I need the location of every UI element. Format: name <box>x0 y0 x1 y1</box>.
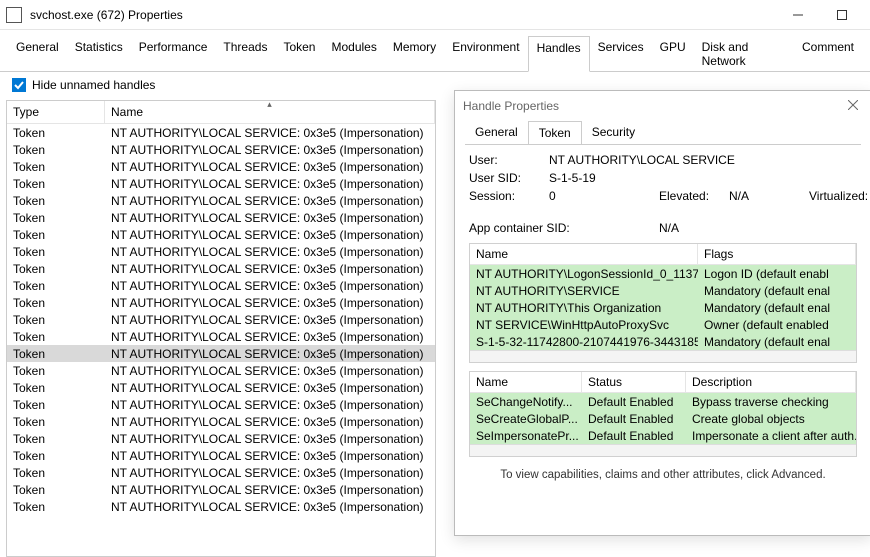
table-row[interactable]: TokenNT AUTHORITY\LOCAL SERVICE: 0x3e5 (… <box>7 209 435 226</box>
maximize-button[interactable] <box>820 0 864 30</box>
table-row[interactable]: TokenNT AUTHORITY\LOCAL SERVICE: 0x3e5 (… <box>7 141 435 158</box>
table-row[interactable]: TokenNT AUTHORITY\LOCAL SERVICE: 0x3e5 (… <box>7 430 435 447</box>
table-row[interactable]: TokenNT AUTHORITY\LOCAL SERVICE: 0x3e5 (… <box>7 260 435 277</box>
panel-title: Handle Properties <box>463 99 843 113</box>
table-row[interactable]: SeImpersonatePr...Default EnabledImperso… <box>470 427 856 444</box>
table-row[interactable]: NT AUTHORITY\LogonSessionId_0_113779Logo… <box>470 265 856 282</box>
label-session: Session: <box>469 189 549 217</box>
table-row[interactable]: TokenNT AUTHORITY\LOCAL SERVICE: 0x3e5 (… <box>7 362 435 379</box>
table-row[interactable]: SeChangeNotify...Default EnabledBypass t… <box>470 393 856 410</box>
table-row[interactable]: TokenNT AUTHORITY\LOCAL SERVICE: 0x3e5 (… <box>7 396 435 413</box>
table-row[interactable]: NT AUTHORITY\SERVICEMandatory (default e… <box>470 282 856 299</box>
table-row[interactable]: TokenNT AUTHORITY\LOCAL SERVICE: 0x3e5 (… <box>7 192 435 209</box>
tab-statistics[interactable]: Statistics <box>67 36 131 72</box>
privs-header-name[interactable]: Name <box>470 372 582 392</box>
table-row[interactable]: TokenNT AUTHORITY\LOCAL SERVICE: 0x3e5 (… <box>7 447 435 464</box>
table-row[interactable]: TokenNT AUTHORITY\LOCAL SERVICE: 0x3e5 (… <box>7 481 435 498</box>
value-elevated: N/A <box>729 189 809 217</box>
label-user: User: <box>469 153 549 167</box>
handle-properties-panel: Handle Properties GeneralTokenSecurity U… <box>454 90 870 536</box>
app-icon <box>6 7 22 23</box>
value-app-container-sid: N/A <box>659 221 870 235</box>
handles-list[interactable]: Type ▴ Name TokenNT AUTHORITY\LOCAL SERV… <box>6 100 436 557</box>
table-row[interactable]: TokenNT AUTHORITY\LOCAL SERVICE: 0x3e5 (… <box>7 464 435 481</box>
label-elevated: Elevated: <box>659 189 729 217</box>
hide-unnamed-label: Hide unnamed handles <box>32 78 155 92</box>
table-row[interactable]: TokenNT AUTHORITY\LOCAL SERVICE: 0x3e5 (… <box>7 498 435 515</box>
panel-tab-general[interactable]: General <box>465 121 528 145</box>
tab-modules[interactable]: Modules <box>323 36 384 72</box>
table-row[interactable]: TokenNT AUTHORITY\LOCAL SERVICE: 0x3e5 (… <box>7 345 435 362</box>
value-session: 0 <box>549 189 659 217</box>
tab-performance[interactable]: Performance <box>131 36 216 72</box>
value-user: NT AUTHORITY\LOCAL SERVICE <box>549 153 870 167</box>
tab-token[interactable]: Token <box>275 36 323 72</box>
privileges-table[interactable]: Name Status Description SeChangeNotify..… <box>469 371 857 457</box>
groups-header-flags[interactable]: Flags <box>698 244 856 264</box>
table-row[interactable]: TokenNT AUTHORITY\LOCAL SERVICE: 0x3e5 (… <box>7 294 435 311</box>
horizontal-scrollbar[interactable] <box>470 444 856 456</box>
table-row[interactable]: SeCreateGlobalP...Default EnabledCreate … <box>470 410 856 427</box>
value-user-sid: S-1-5-19 <box>549 171 870 185</box>
panel-tab-token[interactable]: Token <box>528 121 582 145</box>
label-virtualized: Virtualized: <box>809 189 870 217</box>
minimize-button[interactable] <box>776 0 820 30</box>
table-row[interactable]: TokenNT AUTHORITY\LOCAL SERVICE: 0x3e5 (… <box>7 124 435 141</box>
window-titlebar: svchost.exe (672) Properties <box>0 0 870 30</box>
label-user-sid: User SID: <box>469 171 549 185</box>
window-title: svchost.exe (672) Properties <box>30 8 776 22</box>
table-row[interactable]: TokenNT AUTHORITY\LOCAL SERVICE: 0x3e5 (… <box>7 328 435 345</box>
hide-unnamed-checkbox[interactable] <box>12 78 26 92</box>
table-row[interactable]: TokenNT AUTHORITY\LOCAL SERVICE: 0x3e5 (… <box>7 243 435 260</box>
groups-header-name[interactable]: Name <box>470 244 698 264</box>
panel-tabstrip: GeneralTokenSecurity <box>455 121 870 145</box>
table-row[interactable]: TokenNT AUTHORITY\LOCAL SERVICE: 0x3e5 (… <box>7 226 435 243</box>
tab-handles[interactable]: Handles <box>528 36 590 72</box>
table-row[interactable]: NT AUTHORITY\This OrganizationMandatory … <box>470 299 856 316</box>
table-row[interactable]: S-1-5-32-11742800-2107441976-344318592..… <box>470 333 856 350</box>
token-summary: User: NT AUTHORITY\LOCAL SERVICE User SI… <box>469 153 857 235</box>
panel-close-button[interactable] <box>843 99 863 113</box>
table-row[interactable]: TokenNT AUTHORITY\LOCAL SERVICE: 0x3e5 (… <box>7 277 435 294</box>
panel-footer-note: To view capabilities, claims and other a… <box>469 465 857 487</box>
tab-disk-and-network[interactable]: Disk and Network <box>694 36 794 72</box>
sort-indicator-icon: ▴ <box>267 100 272 110</box>
tab-memory[interactable]: Memory <box>385 36 444 72</box>
table-row[interactable]: TokenNT AUTHORITY\LOCAL SERVICE: 0x3e5 (… <box>7 379 435 396</box>
panel-titlebar: Handle Properties <box>455 91 870 121</box>
panel-tab-security[interactable]: Security <box>582 121 645 145</box>
tab-general[interactable]: General <box>8 36 67 72</box>
label-app-container-sid: App container SID: <box>469 221 659 235</box>
privs-header-description[interactable]: Description <box>686 372 856 392</box>
table-row[interactable]: TokenNT AUTHORITY\LOCAL SERVICE: 0x3e5 (… <box>7 311 435 328</box>
handles-list-header[interactable]: Type ▴ Name <box>7 101 435 124</box>
groups-table[interactable]: Name Flags NT AUTHORITY\LogonSessionId_0… <box>469 243 857 363</box>
tab-gpu[interactable]: GPU <box>652 36 694 72</box>
column-header-type[interactable]: Type <box>7 101 105 123</box>
table-row[interactable]: NT SERVICE\WinHttpAutoProxySvcOwner (def… <box>470 316 856 333</box>
table-row[interactable]: TokenNT AUTHORITY\LOCAL SERVICE: 0x3e5 (… <box>7 158 435 175</box>
tab-comment[interactable]: Comment <box>794 36 862 72</box>
tab-services[interactable]: Services <box>590 36 652 72</box>
column-header-name[interactable]: ▴ Name <box>105 101 435 123</box>
privs-header-status[interactable]: Status <box>582 372 686 392</box>
horizontal-scrollbar[interactable] <box>470 350 856 362</box>
tab-threads[interactable]: Threads <box>215 36 275 72</box>
table-row[interactable]: TokenNT AUTHORITY\LOCAL SERVICE: 0x3e5 (… <box>7 413 435 430</box>
table-row[interactable]: TokenNT AUTHORITY\LOCAL SERVICE: 0x3e5 (… <box>7 175 435 192</box>
main-tabstrip: GeneralStatisticsPerformanceThreadsToken… <box>0 30 870 72</box>
tab-environment[interactable]: Environment <box>444 36 527 72</box>
